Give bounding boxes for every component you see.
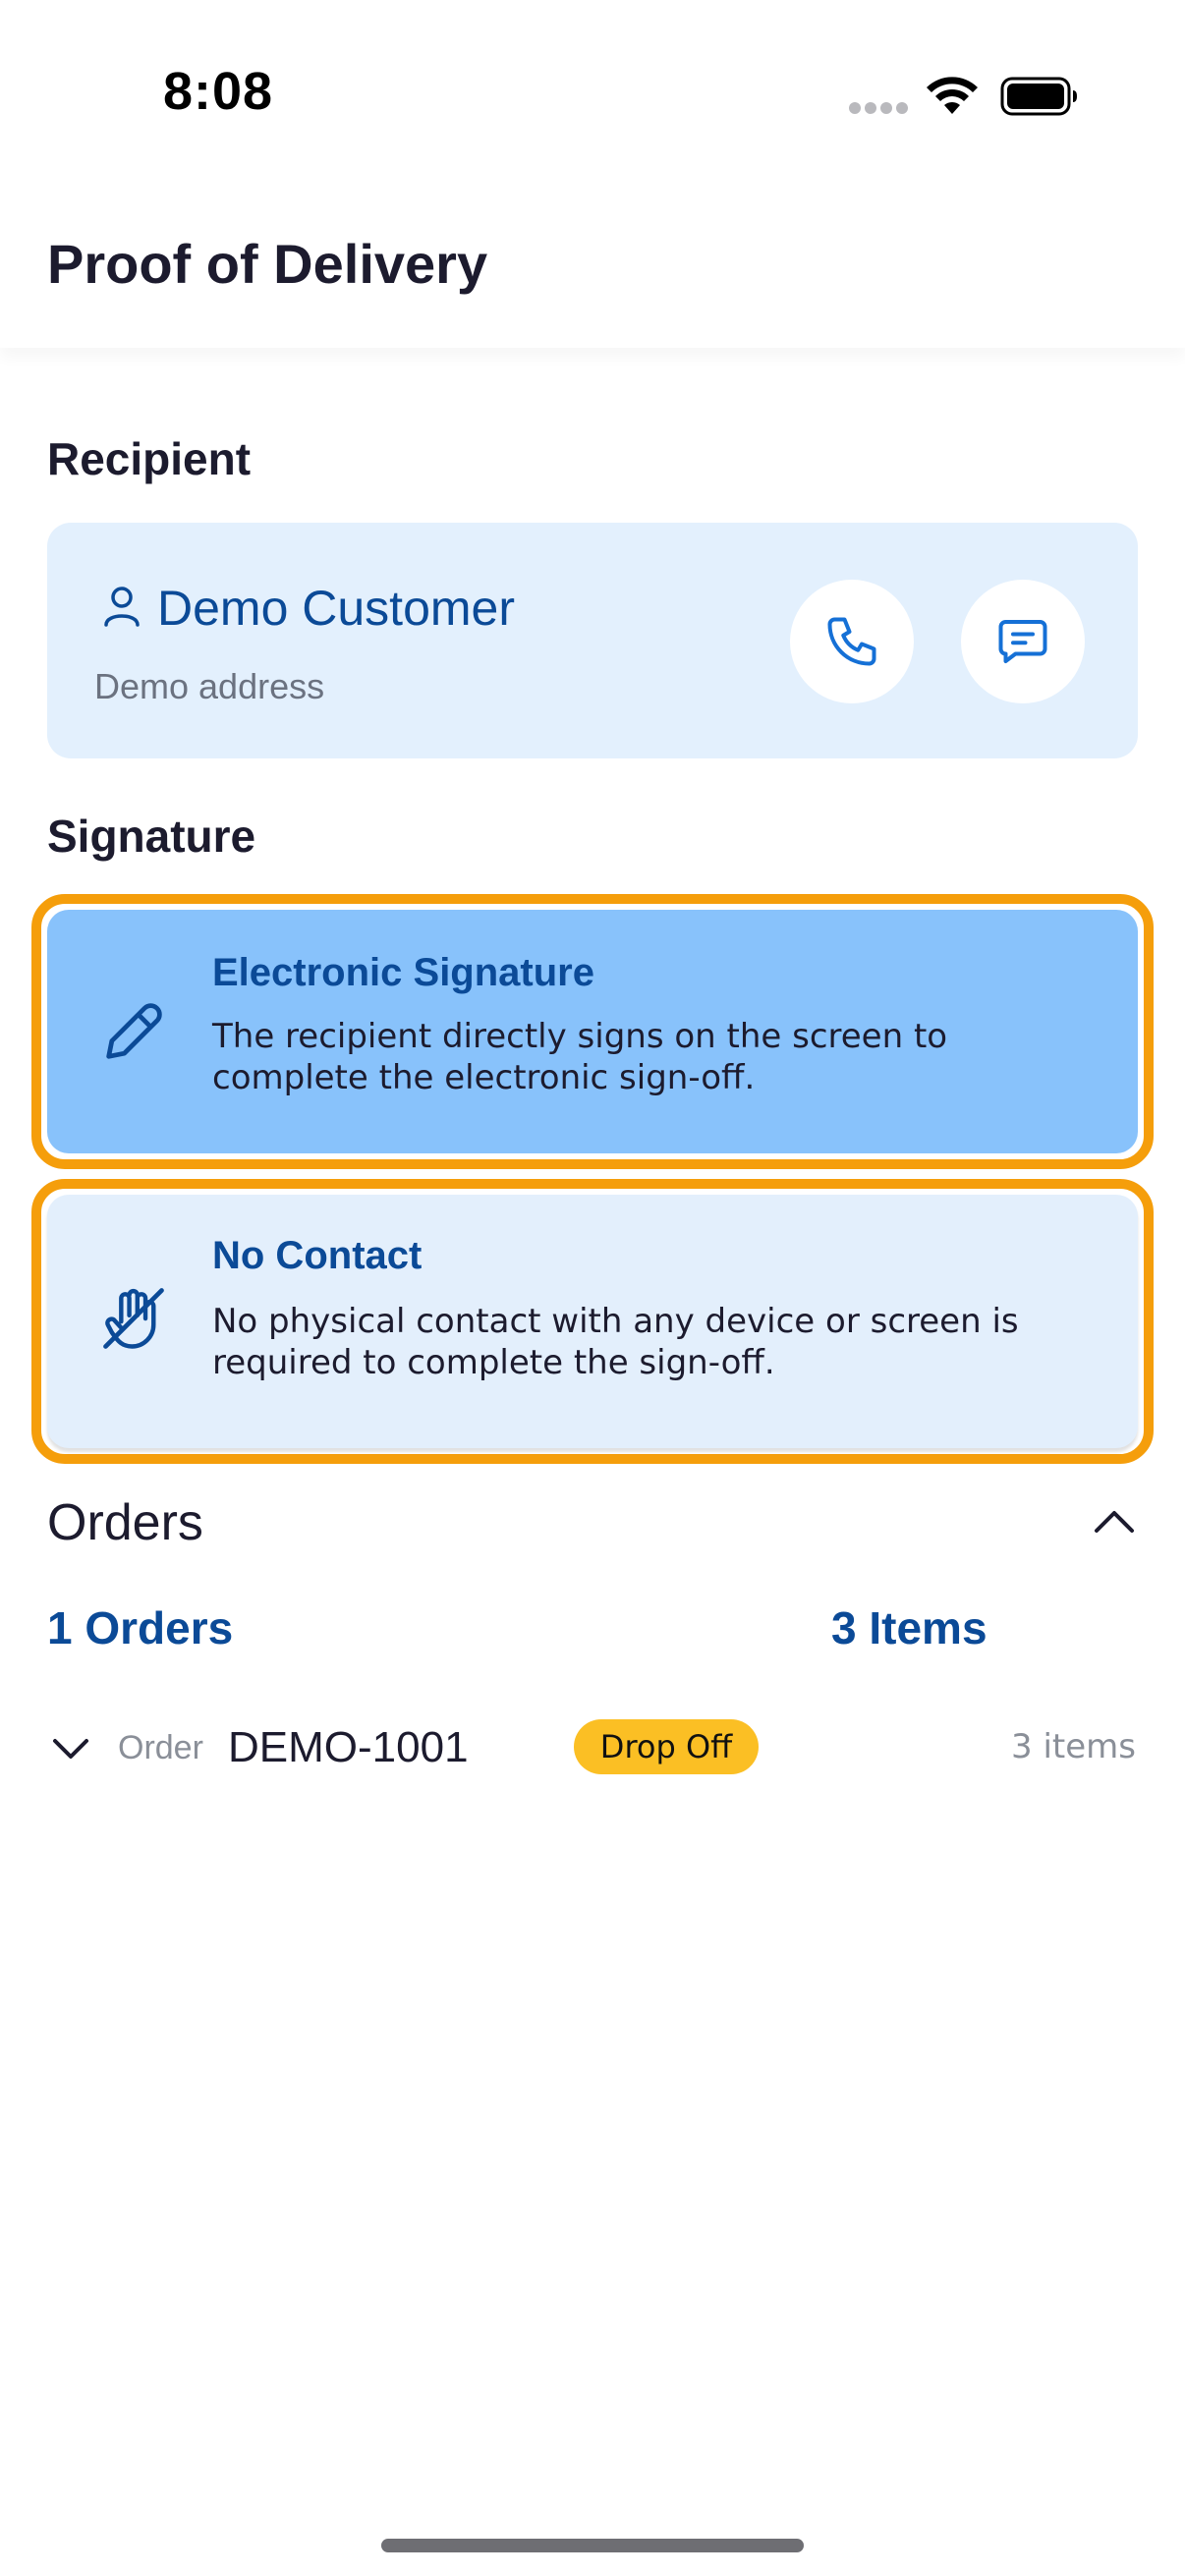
order-row[interactable]: Order DEMO-1001 Drop Off 3 items	[0, 1709, 1185, 1788]
status-time: 8:08	[163, 62, 274, 121]
no-contact-option[interactable]: No Contact No physical contact with any …	[31, 1179, 1154, 1464]
chevron-up-icon[interactable]	[1093, 1505, 1136, 1537]
cellular-signal-icon	[849, 102, 908, 116]
status-badge: Drop Off	[574, 1719, 759, 1774]
person-icon	[104, 587, 140, 627]
battery-icon	[1000, 77, 1077, 116]
page-title: Proof of Delivery	[47, 233, 488, 295]
option-title: Electronic Signature	[212, 951, 594, 994]
option-description: No physical contact with any device or s…	[212, 1302, 1019, 1382]
orders-count: 1 Orders	[47, 1602, 234, 1653]
wifi-icon	[927, 77, 978, 114]
no-touch-hand-icon	[103, 1288, 164, 1349]
orders-section-title: Orders	[47, 1494, 203, 1551]
call-button[interactable]	[790, 580, 914, 703]
recipient-name: Demo Customer	[157, 581, 515, 636]
chevron-down-icon[interactable]	[51, 1735, 90, 1763]
signature-section-title: Signature	[47, 811, 256, 862]
order-id: DEMO-1001	[228, 1723, 469, 1771]
phone-icon	[827, 617, 876, 666]
option-description: The recipient directly signs on the scre…	[212, 1017, 948, 1097]
order-label: Order	[118, 1729, 203, 1766]
electronic-signature-option[interactable]: Electronic Signature The recipient direc…	[31, 894, 1154, 1169]
order-item-count: 3 items	[1011, 1727, 1136, 1766]
message-button[interactable]	[961, 580, 1085, 703]
recipient-address: Demo address	[94, 666, 325, 706]
option-title: No Contact	[212, 1234, 423, 1277]
items-count: 3 Items	[831, 1602, 988, 1653]
pencil-icon	[106, 1003, 162, 1059]
home-indicator[interactable]	[381, 2539, 804, 2552]
status-bar: 8:08	[0, 0, 1185, 196]
recipient-section-title: Recipient	[47, 433, 252, 484]
chat-icon	[998, 620, 1047, 663]
